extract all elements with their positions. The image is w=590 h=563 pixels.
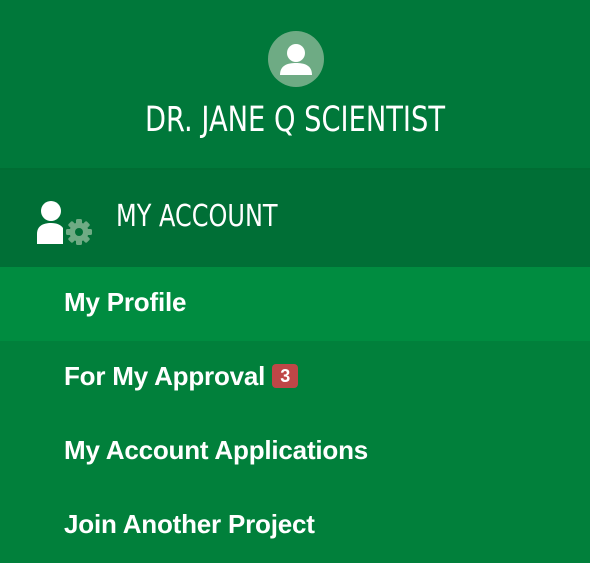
user-name: DR. JANE Q SCIENTIST — [145, 100, 445, 140]
account-menu: My Profile For My Approval 3 My Account A… — [0, 267, 590, 563]
menu-item-label: My Account Applications — [64, 435, 369, 465]
sidebar: DR. JANE Q SCIENTIST MY ACCOUNT My Profi… — [0, 0, 590, 563]
menu-item-my-profile[interactable]: My Profile — [0, 267, 590, 341]
menu-item-label: For My Approval — [64, 361, 266, 391]
section-header-my-account[interactable]: MY ACCOUNT — [0, 170, 590, 267]
user-header: DR. JANE Q SCIENTIST — [0, 0, 590, 170]
user-settings-icon — [35, 200, 95, 251]
menu-item-for-my-approval[interactable]: For My Approval 3 — [0, 341, 590, 415]
menu-item-my-account-applications[interactable]: My Account Applications — [0, 415, 590, 489]
section-label: MY ACCOUNT — [116, 199, 278, 234]
menu-item-label-wrap: For My Approval 3 — [64, 361, 299, 392]
menu-item-join-another-project[interactable]: Join Another Project — [0, 489, 590, 563]
menu-item-label: Join Another Project — [64, 509, 315, 539]
user-avatar-icon[interactable] — [268, 31, 324, 87]
count-badge: 3 — [272, 364, 299, 388]
menu-item-label: My Profile — [64, 287, 187, 317]
